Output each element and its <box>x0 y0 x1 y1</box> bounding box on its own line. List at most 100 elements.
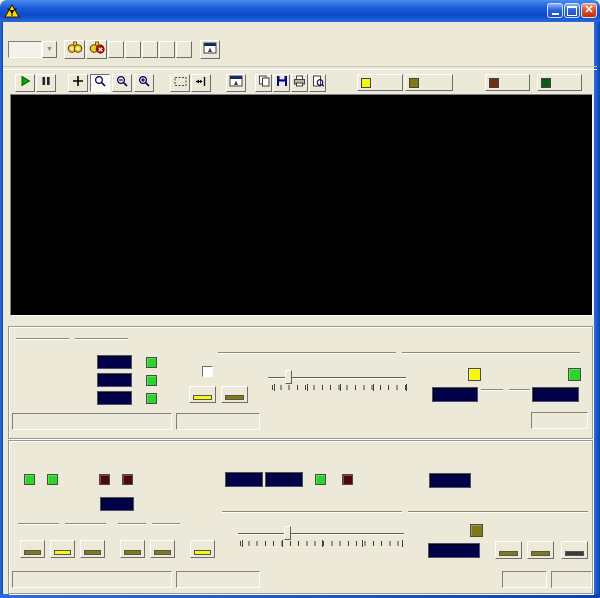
pause-button[interactable] <box>36 74 56 92</box>
title-bar <box>0 0 600 22</box>
print-preview-button[interactable] <box>309 74 326 92</box>
window-border-right <box>594 22 600 598</box>
locker-device-id <box>12 413 172 430</box>
signal-monitors-title <box>16 338 128 339</box>
close-button[interactable]: ✕ <box>581 3 597 18</box>
properties-button[interactable] <box>200 40 220 59</box>
run-button[interactable] <box>15 74 35 92</box>
idn-button[interactable] <box>142 41 158 58</box>
binoculars-button[interactable] <box>64 40 85 59</box>
target-frequency-input[interactable] <box>432 387 478 402</box>
frequency-slider-thumb[interactable] <box>285 370 292 384</box>
pot-button[interactable] <box>495 541 522 559</box>
menu-bar <box>3 22 597 38</box>
graph-properties-button[interactable] <box>226 74 246 92</box>
copy-button[interactable] <box>255 74 272 92</box>
binoculars-icon <box>67 40 83 59</box>
wavelength-slider-thumb[interactable] <box>284 526 291 540</box>
chp-on-button[interactable] <box>190 540 215 558</box>
bnc-button[interactable] <box>527 541 554 559</box>
reset-toggle-button[interactable] <box>537 74 582 91</box>
heater-shutdown-led <box>342 474 353 485</box>
save-icon <box>276 74 288 92</box>
move-tool-button[interactable] <box>68 74 88 92</box>
laser-led <box>409 78 419 88</box>
laser-device-id <box>12 571 172 588</box>
heater-monitor-header <box>261 452 305 462</box>
locker-lock-state <box>531 412 588 429</box>
marquee-icon <box>174 74 187 92</box>
log-toggle-button[interactable] <box>485 74 530 91</box>
output-power-value <box>100 497 134 511</box>
heater-setpoint-header <box>222 452 266 462</box>
rf-level-value <box>97 355 132 369</box>
rf-in-range-led <box>146 357 157 368</box>
zoom-out-icon <box>116 74 128 92</box>
op-enable-led <box>24 474 35 485</box>
shut-down-led <box>122 474 133 485</box>
zoom-select-icon <box>94 74 106 92</box>
zoom-in-icon <box>138 74 150 92</box>
pause-icon <box>40 74 52 92</box>
com-port-select[interactable] <box>8 41 42 58</box>
fl-hw-button[interactable] <box>221 386 248 403</box>
laser-chart <box>11 95 590 313</box>
wavelength-slider-track[interactable] <box>238 533 404 534</box>
pan-icon <box>195 74 208 92</box>
apc-button[interactable] <box>20 540 45 558</box>
rin-hw-button[interactable] <box>150 540 175 558</box>
marquee-button[interactable] <box>170 74 190 92</box>
laser-toggle-button[interactable] <box>405 74 453 91</box>
temp-stable-led <box>315 474 326 485</box>
maximize-button[interactable] <box>564 3 580 18</box>
print-preview-icon <box>312 74 324 92</box>
menu-optimization[interactable] <box>22 30 38 31</box>
move-tool-icon <box>72 74 84 92</box>
wavelength-tuning-title <box>222 511 588 512</box>
rin-on-button[interactable] <box>120 540 145 558</box>
frequency-locking-title <box>218 352 580 353</box>
zoom-out-button[interactable] <box>112 74 132 92</box>
laser-warning-icon <box>4 4 20 18</box>
binoculars-stop-icon <box>89 40 105 59</box>
pump-hw-button[interactable] <box>80 540 105 558</box>
cls-button[interactable] <box>125 41 141 58</box>
heater-setpoint-input[interactable] <box>225 472 263 487</box>
temp-stable-label <box>303 452 335 462</box>
binoculars-stop-button[interactable] <box>86 40 107 59</box>
acc-button[interactable] <box>50 540 75 558</box>
fl-on-button[interactable] <box>189 386 216 403</box>
zoom-in-button[interactable] <box>134 74 154 92</box>
zoom-select-button[interactable] <box>90 74 110 92</box>
com-port-dropdown-arrow[interactable]: ▼ <box>42 41 57 58</box>
wavelength-value[interactable] <box>428 543 480 558</box>
piezo-setpoint-input[interactable] <box>429 473 471 488</box>
lw-button[interactable] <box>561 541 588 559</box>
locker-toggle-button[interactable] <box>357 74 403 91</box>
pump-mode-title <box>18 523 106 524</box>
rst-button[interactable] <box>108 41 124 58</box>
window-border-bottom <box>0 594 600 598</box>
opt-button[interactable] <box>159 41 175 58</box>
reset-led <box>541 78 551 88</box>
laser-error-status <box>176 571 260 588</box>
piezo-in-range-led <box>146 375 157 386</box>
sav-button[interactable] <box>176 41 192 58</box>
rin-mode-title <box>118 523 180 524</box>
phase-inv-checkbox[interactable] <box>202 366 213 377</box>
op-active-led <box>47 474 58 485</box>
menu-file[interactable] <box>3 30 19 31</box>
minimize-button[interactable] <box>547 3 563 18</box>
piezo-voltage-value <box>97 373 132 387</box>
heater-monitor-value <box>265 472 303 487</box>
laser-chart-panel <box>10 94 593 316</box>
second-mode-led <box>99 474 110 485</box>
print-icon <box>293 74 306 92</box>
pan-button[interactable] <box>191 74 211 92</box>
print-button[interactable] <box>291 74 308 92</box>
log-led <box>489 78 499 88</box>
save-button[interactable] <box>273 74 290 92</box>
optical-power-value <box>97 391 132 405</box>
menu-help[interactable] <box>41 30 57 31</box>
copy-icon <box>258 74 270 92</box>
